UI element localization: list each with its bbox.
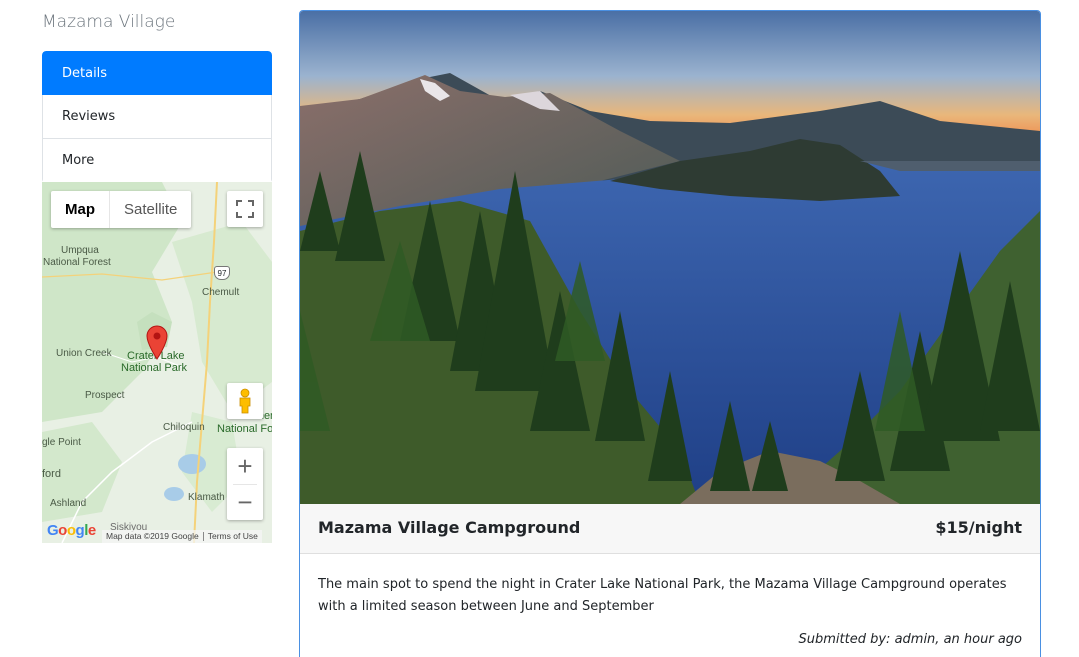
- map-type-satellite-button[interactable]: Satellite: [109, 191, 191, 228]
- zoom-in-button[interactable]: +: [227, 448, 263, 484]
- map-data-text: Map data ©2019 Google: [106, 531, 199, 541]
- map-label-klamath: Klamath: [188, 492, 225, 503]
- fullscreen-button[interactable]: [227, 191, 263, 227]
- terms-of-use-link[interactable]: Terms of Use: [208, 531, 258, 541]
- map-label-ashland: Ashland: [50, 498, 87, 509]
- google-logo[interactable]: Google: [47, 522, 96, 539]
- highway-number: 97: [217, 269, 227, 278]
- map-label-union-creek: Union Creek: [56, 348, 112, 359]
- sidebar-item-details[interactable]: Details: [42, 51, 272, 95]
- campground-price: $15/night: [935, 518, 1022, 537]
- street-view-button[interactable]: [227, 383, 263, 419]
- map-label-medford: ford: [42, 468, 61, 480]
- zoom-out-button[interactable]: −: [227, 484, 263, 520]
- map-type-map-button[interactable]: Map: [51, 191, 109, 228]
- map-attribution: Map data ©2019 Google Terms of Use: [102, 530, 262, 543]
- campground-header: Mazama Village Campground $15/night: [300, 504, 1040, 554]
- zoom-control: + −: [227, 448, 263, 520]
- campground-photo: [300, 11, 1040, 504]
- plus-icon: +: [237, 450, 253, 481]
- sidebar-item-reviews[interactable]: Reviews: [42, 95, 272, 139]
- site-title: Mazama Village: [42, 12, 176, 32]
- pegman-icon: [239, 388, 251, 414]
- minus-icon: −: [237, 486, 253, 517]
- map-label-national-forest: National Forest: [43, 257, 111, 268]
- location-pin-icon[interactable]: [145, 324, 169, 360]
- sidebar-item-more[interactable]: More: [42, 139, 272, 183]
- campground-description: The main spot to spend the night in Crat…: [318, 577, 1007, 614]
- map-label-national-park: National Park: [121, 362, 188, 374]
- campground-card: Mazama Village Campground $15/night The …: [299, 10, 1041, 657]
- highway-shield-icon: 97: [214, 266, 230, 280]
- sidebar-nav: Details Reviews More: [42, 51, 272, 183]
- map-label-chemult: Chemult: [202, 287, 240, 298]
- map-label-chiloquin: Chiloquin: [163, 422, 205, 433]
- location-map[interactable]: Map Satellite Umpqua National Forest 97 …: [42, 182, 272, 543]
- map-label-umpqua: Umpqua: [61, 245, 99, 256]
- map-label-eagle-point: gle Point: [42, 437, 81, 448]
- map-label-prospect: Prospect: [85, 390, 125, 401]
- campground-name: Mazama Village Campground: [318, 518, 581, 537]
- map-type-control: Map Satellite: [51, 191, 192, 228]
- map-label-winema-forest: National Fo: [217, 423, 272, 435]
- fullscreen-icon: [236, 200, 254, 218]
- submitted-by: Submitted by: admin, an hour ago: [798, 632, 1022, 647]
